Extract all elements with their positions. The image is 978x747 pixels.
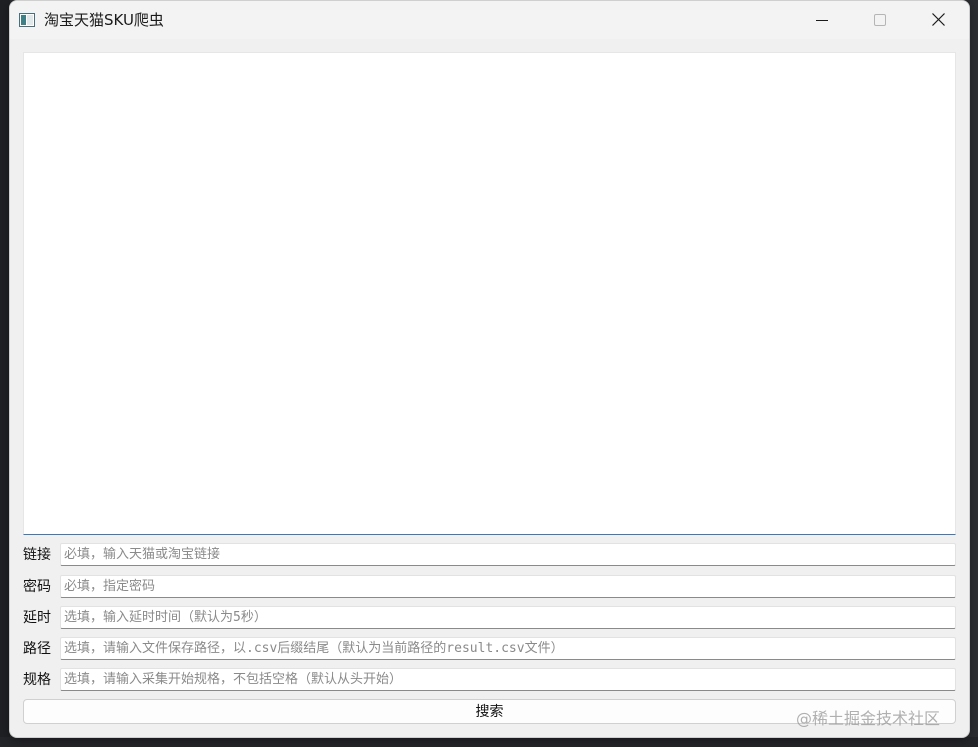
window-title: 淘宝天猫SKU爬虫 [44,11,164,29]
maximize-icon [874,11,886,30]
output-text-area[interactable] [23,52,956,535]
close-button[interactable] [909,1,967,39]
password-label: 密码 [23,579,51,595]
spec-row: 规格 [23,668,956,692]
close-icon [931,11,945,30]
path-label: 路径 [23,641,51,657]
link-label: 链接 [23,547,51,563]
password-input[interactable] [60,575,956,598]
maximize-button[interactable] [851,1,909,39]
path-row: 路径 [23,637,956,661]
minimize-button[interactable] [793,1,851,39]
delay-row: 延时 [23,606,956,630]
password-row: 密码 [23,575,956,599]
app-window: 淘宝天猫SKU爬虫 链接 必填，输入天猫或淘宝链接 密码 必填，指定密码 延时 … [9,0,970,738]
window-app-icon [19,12,35,27]
spec-input[interactable] [60,668,956,691]
link-row: 链接 [23,543,956,567]
path-input[interactable] [60,637,956,660]
link-input[interactable] [60,543,956,566]
search-button[interactable]: 搜索 [23,699,956,724]
title-bar[interactable]: 淘宝天猫SKU爬虫 [10,1,969,39]
minimize-icon [816,11,828,30]
delay-input[interactable] [60,606,956,629]
spec-label: 规格 [23,672,51,688]
background-taskbar-strip [0,737,978,747]
delay-label: 延时 [23,610,51,626]
